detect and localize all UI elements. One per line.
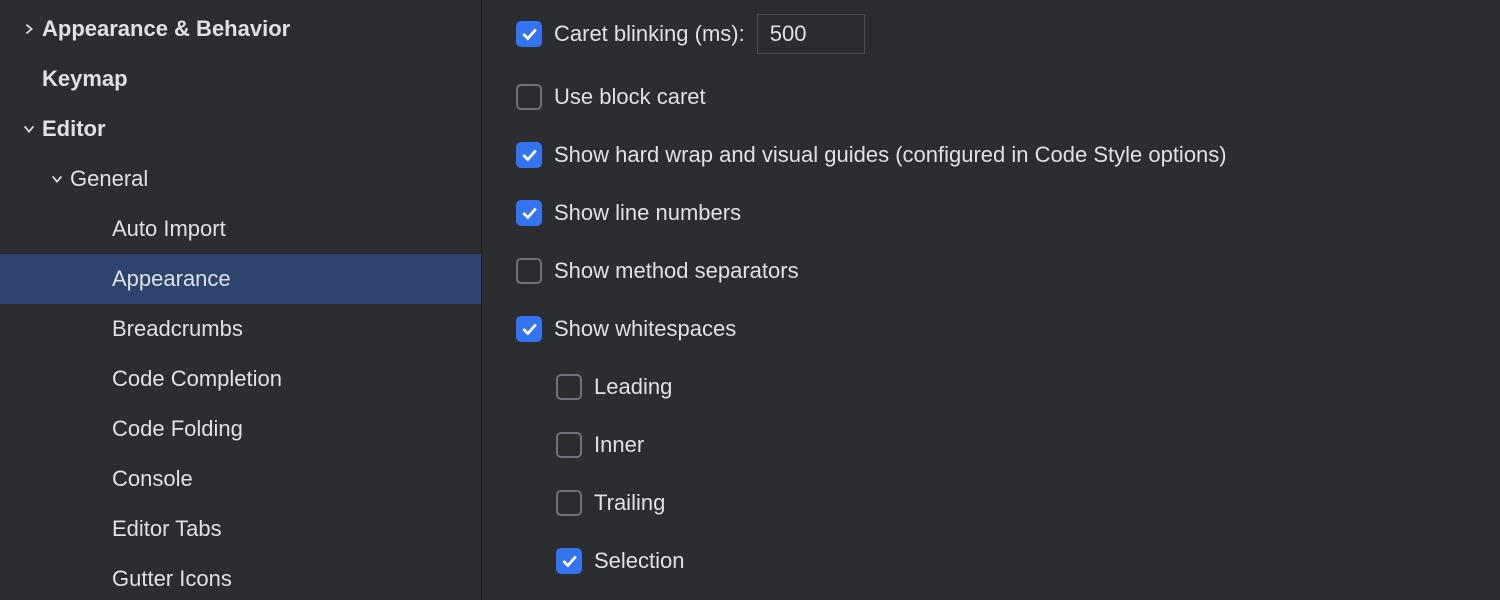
tree-label: Breadcrumbs [112, 316, 243, 342]
setting-show-hard-wrap: Show hard wrap and visual guides (config… [516, 140, 1470, 170]
tree-item-console[interactable]: Console [0, 454, 481, 504]
tree-label: General [70, 166, 148, 192]
setting-label: Caret blinking (ms): [554, 21, 745, 47]
settings-sidebar: Appearance & Behavior Keymap Editor Gene… [0, 0, 482, 600]
tree-label: Auto Import [112, 216, 226, 242]
tree-item-appearance-behavior[interactable]: Appearance & Behavior [0, 4, 481, 54]
ws-trailing-checkbox[interactable] [556, 490, 582, 516]
show-method-separators-checkbox[interactable] [516, 258, 542, 284]
tree-item-editor[interactable]: Editor [0, 104, 481, 154]
setting-caret-blinking: Caret blinking (ms): [516, 14, 1470, 54]
setting-label: Show whitespaces [554, 316, 736, 342]
ws-leading-checkbox[interactable] [556, 374, 582, 400]
tree-label: Code Completion [112, 366, 282, 392]
ws-inner-checkbox[interactable] [556, 432, 582, 458]
setting-use-block-caret: Use block caret [516, 82, 1470, 112]
setting-ws-inner: Inner [516, 430, 1470, 460]
show-whitespaces-checkbox[interactable] [516, 316, 542, 342]
tree-label: Keymap [42, 66, 128, 92]
show-line-numbers-checkbox[interactable] [516, 200, 542, 226]
caret-blinking-checkbox[interactable] [516, 21, 542, 47]
tree-item-code-folding[interactable]: Code Folding [0, 404, 481, 454]
tree-label: Editor [42, 116, 106, 142]
tree-item-gutter-icons[interactable]: Gutter Icons [0, 554, 481, 600]
tree-label: Appearance & Behavior [42, 16, 290, 42]
tree-item-code-completion[interactable]: Code Completion [0, 354, 481, 404]
setting-show-whitespaces: Show whitespaces [516, 314, 1470, 344]
caret-blinking-input[interactable] [757, 14, 865, 54]
tree-item-editor-tabs[interactable]: Editor Tabs [0, 504, 481, 554]
setting-label: Show method separators [554, 258, 799, 284]
setting-ws-trailing: Trailing [516, 488, 1470, 518]
chevron-right-icon [20, 20, 38, 38]
setting-label: Selection [594, 548, 685, 574]
setting-label: Show hard wrap and visual guides (config… [554, 142, 1227, 168]
ws-selection-checkbox[interactable] [556, 548, 582, 574]
setting-label: Show line numbers [554, 200, 741, 226]
setting-label: Trailing [594, 490, 665, 516]
setting-show-method-separators: Show method separators [516, 256, 1470, 286]
tree-item-keymap[interactable]: Keymap [0, 54, 481, 104]
settings-content: Caret blinking (ms): Use block caret Sho… [482, 0, 1500, 600]
tree-label: Appearance [112, 266, 231, 292]
tree-label: Editor Tabs [112, 516, 222, 542]
show-hard-wrap-checkbox[interactable] [516, 142, 542, 168]
use-block-caret-checkbox[interactable] [516, 84, 542, 110]
setting-label: Use block caret [554, 84, 706, 110]
tree-item-breadcrumbs[interactable]: Breadcrumbs [0, 304, 481, 354]
setting-label: Inner [594, 432, 644, 458]
tree-label: Gutter Icons [112, 566, 232, 592]
tree-item-auto-import[interactable]: Auto Import [0, 204, 481, 254]
tree-item-appearance[interactable]: Appearance [0, 254, 481, 304]
setting-label: Leading [594, 374, 672, 400]
setting-ws-leading: Leading [516, 372, 1470, 402]
chevron-down-icon [48, 170, 66, 188]
tree-item-general[interactable]: General [0, 154, 481, 204]
setting-ws-selection: Selection [516, 546, 1470, 576]
setting-show-line-numbers: Show line numbers [516, 198, 1470, 228]
tree-label: Code Folding [112, 416, 243, 442]
chevron-down-icon [20, 120, 38, 138]
tree-label: Console [112, 466, 193, 492]
